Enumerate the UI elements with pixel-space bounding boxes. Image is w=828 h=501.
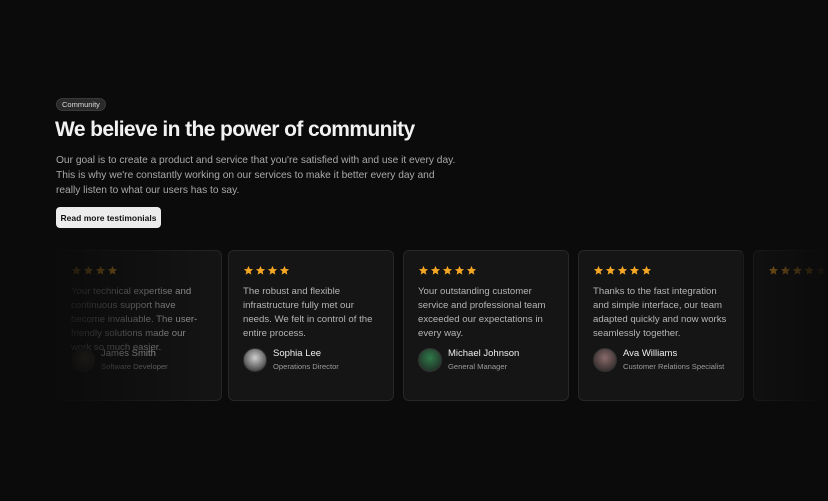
star-icon	[83, 265, 94, 275]
star-icon	[617, 265, 628, 275]
author-name: Michael Johnson	[448, 348, 520, 359]
testimonial-author: James Smith Software Developer	[71, 348, 168, 372]
star-icon	[243, 265, 254, 275]
star-icon	[804, 265, 815, 275]
avatar	[593, 348, 617, 372]
author-role: Operations Director	[273, 362, 339, 371]
star-icon	[71, 265, 82, 275]
star-icon	[279, 265, 290, 275]
section-title: We believe in the power of community	[55, 118, 415, 141]
star-icon	[430, 265, 441, 275]
testimonial-quote: Your technical expertise and continuous …	[71, 286, 198, 353]
star-icon	[792, 265, 803, 275]
testimonial-quote: The robust and flexible infrastructure f…	[243, 286, 373, 339]
read-more-testimonials-button[interactable]: Read more testimonials	[56, 207, 161, 228]
testimonial-author: Ava Williams Customer Relations Speciali…	[593, 348, 724, 372]
avatar	[243, 348, 267, 372]
author-name: Ava Williams	[623, 348, 678, 359]
star-icon	[107, 265, 118, 275]
testimonial-author: Michael Johnson General Manager	[418, 348, 519, 372]
star-rating	[71, 265, 207, 277]
testimonial-card: Thanks to the fast integration and simpl…	[578, 250, 744, 401]
author-role: Customer Relations Specialist	[623, 362, 725, 371]
star-icon	[454, 265, 465, 275]
star-icon	[442, 265, 453, 275]
star-icon	[466, 265, 477, 275]
star-icon	[768, 265, 779, 275]
avatar	[418, 348, 442, 372]
star-rating	[418, 265, 554, 277]
author-name: James Smith	[101, 348, 156, 359]
author-role: Software Developer	[101, 362, 168, 371]
testimonial-card-partial	[753, 250, 828, 401]
testimonial-card: Your technical expertise and continuous …	[56, 250, 222, 401]
testimonial-card: Your outstanding customer service and pr…	[403, 250, 569, 401]
testimonial-card: The robust and flexible infrastructure f…	[228, 250, 394, 401]
section-badge: Community	[56, 98, 106, 111]
author-role: General Manager	[448, 362, 508, 371]
star-icon	[605, 265, 616, 275]
star-icon	[418, 265, 429, 275]
avatar	[71, 348, 95, 372]
star-icon	[629, 265, 640, 275]
star-rating	[593, 265, 729, 277]
testimonial-author: Sophia Lee Operations Director	[243, 348, 339, 372]
star-icon	[267, 265, 278, 275]
star-icon	[95, 265, 106, 275]
star-icon	[255, 265, 266, 275]
star-icon	[780, 265, 791, 275]
star-icon	[641, 265, 652, 275]
author-name: Sophia Lee	[273, 348, 322, 359]
star-icon	[593, 265, 604, 275]
section-description: Our goal is to create a product and serv…	[56, 155, 456, 196]
star-icon	[816, 265, 827, 275]
testimonial-quote: Thanks to the fast integration and simpl…	[593, 286, 727, 339]
testimonial-quote: Your outstanding customer service and pr…	[418, 286, 546, 339]
star-rating	[243, 265, 379, 277]
star-rating-partial	[768, 265, 828, 277]
testimonials-section: Community We believe in the power of com…	[0, 0, 828, 501]
